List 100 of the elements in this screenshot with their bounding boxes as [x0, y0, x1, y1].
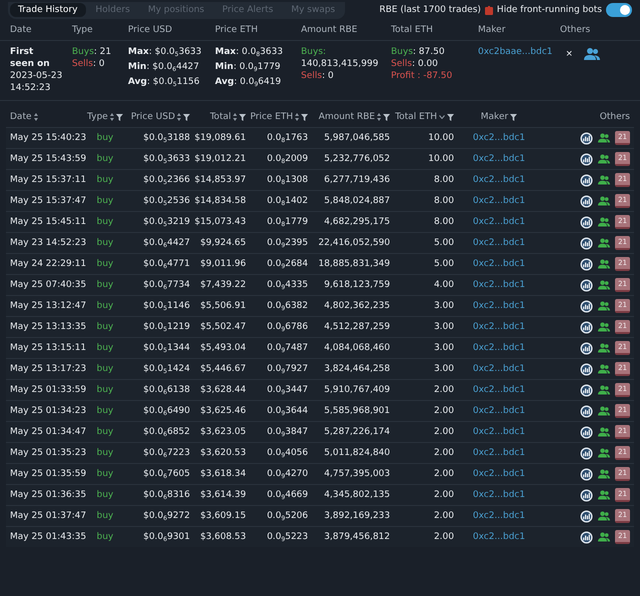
- maker-link[interactable]: 0xc2baae...bdc1: [478, 46, 560, 58]
- users-icon[interactable]: [598, 237, 610, 249]
- users-icon[interactable]: [598, 342, 610, 354]
- users-icon[interactable]: [598, 510, 610, 522]
- table-cell-text: 0.0$_{8}$2009: [266, 154, 308, 164]
- users-icon[interactable]: [598, 468, 610, 480]
- table-cell-text: 3.00: [432, 301, 454, 311]
- maker-link[interactable]: 0xc2...bdc1: [472, 259, 526, 269]
- maker-link[interactable]: 0xc2...bdc1: [472, 343, 526, 353]
- maker-link[interactable]: 0xc2...bdc1: [472, 490, 526, 500]
- maker-link[interactable]: 0xc2...bdc1: [472, 238, 526, 248]
- maker-link[interactable]: 0xc2...bdc1: [472, 154, 526, 164]
- column-header: Date: [10, 112, 32, 122]
- chart-icon[interactable]: [580, 404, 594, 418]
- maker-link[interactable]: 0xc2...bdc1: [472, 385, 526, 395]
- chart-icon[interactable]: [580, 468, 594, 480]
- users-icon[interactable]: [598, 258, 610, 270]
- table-cell-text: 2.00: [432, 490, 454, 500]
- chart-icon[interactable]: [580, 510, 594, 522]
- users-icon[interactable]: [598, 384, 610, 396]
- users-icon[interactable]: [598, 363, 610, 375]
- chart-icon[interactable]: [580, 320, 594, 334]
- chart-icon[interactable]: [580, 488, 594, 502]
- maker-link[interactable]: 0xc2...bdc1: [472, 469, 526, 479]
- maker-link[interactable]: 0xc2...bdc1: [472, 427, 526, 437]
- table-cell-text: 4,802,362,235: [323, 301, 390, 311]
- chart-icon[interactable]: [580, 194, 594, 208]
- table-cell-text: $9,924.65: [199, 238, 246, 248]
- users-icon[interactable]: [598, 279, 610, 291]
- summary-stat: Buys: 140,813,415,999: [301, 46, 380, 70]
- column-header: Price ETH: [215, 25, 259, 35]
- chart-icon[interactable]: [580, 342, 594, 354]
- tab[interactable]: Trade History: [10, 2, 86, 16]
- maker-link[interactable]: 0xc2...bdc1: [472, 196, 526, 206]
- filter-icon[interactable]: [239, 114, 246, 120]
- sort-icon[interactable]: [34, 113, 38, 121]
- maker-link[interactable]: 0xc2...bdc1: [472, 217, 526, 227]
- users-icon[interactable]: [598, 195, 610, 207]
- sort-icon[interactable]: [110, 113, 114, 121]
- chart-icon[interactable]: [580, 174, 594, 186]
- maker-link[interactable]: 0xc2...bdc1: [472, 532, 526, 542]
- filter-icon[interactable]: [116, 114, 123, 120]
- toggle-switch[interactable]: [606, 3, 632, 17]
- maker-link[interactable]: 0xc2...bdc1: [472, 301, 526, 311]
- users-icon[interactable]: [598, 531, 610, 543]
- column-header: Others: [560, 25, 592, 35]
- table-cell-text: 2.00: [432, 427, 454, 437]
- filter-icon[interactable]: [301, 114, 308, 120]
- filter-icon[interactable]: [510, 114, 518, 120]
- maker-link[interactable]: 0xc2...bdc1: [472, 322, 526, 332]
- users-icon[interactable]: [598, 321, 610, 333]
- close-button[interactable]: ×: [566, 48, 572, 60]
- chart-icon[interactable]: [580, 384, 594, 396]
- table-cell-text: $0.0$_{6}$7605: [142, 468, 190, 480]
- summary-stat: Max: 0.0$_{8}$3633: [215, 46, 284, 60]
- users-icon[interactable]: [598, 447, 610, 459]
- users-icon[interactable]: [598, 426, 610, 438]
- filter-icon[interactable]: [383, 114, 390, 120]
- users-icon[interactable]: [584, 46, 600, 62]
- sort-icon[interactable]: [295, 113, 299, 121]
- chart-icon[interactable]: [580, 530, 594, 544]
- table-cell-text: $0.0$_{5}$1219: [142, 322, 190, 332]
- users-icon[interactable]: [598, 216, 610, 228]
- users-icon[interactable]: [598, 405, 610, 417]
- users-icon[interactable]: [598, 132, 610, 144]
- maker-link[interactable]: 0xc2...bdc1: [472, 133, 526, 143]
- filter-icon[interactable]: [447, 114, 454, 120]
- sort-icon[interactable]: [177, 113, 181, 121]
- chart-icon[interactable]: [580, 426, 594, 438]
- chart-icon[interactable]: [580, 278, 594, 292]
- chart-icon[interactable]: [580, 132, 594, 144]
- users-icon[interactable]: [598, 174, 610, 186]
- maker-link[interactable]: 0xc2...bdc1: [472, 175, 526, 185]
- users-icon[interactable]: [598, 300, 610, 312]
- table-cell-text: $0.0$_{6}$6490: [142, 406, 190, 416]
- sort-icon[interactable]: [233, 113, 237, 121]
- chart-icon[interactable]: [580, 362, 594, 376]
- column-header: Date: [10, 25, 33, 35]
- table-cell-text: 4,345,802,135: [323, 490, 390, 500]
- sort-icon[interactable]: [377, 113, 381, 121]
- filter-icon[interactable]: [183, 114, 190, 120]
- users-icon[interactable]: [598, 489, 610, 501]
- trades-label: RBE (last 1700 trades): [379, 5, 481, 15]
- maker-link[interactable]: 0xc2...bdc1: [472, 406, 526, 416]
- table-cell-text: 2.00: [432, 469, 454, 479]
- chart-icon[interactable]: [580, 446, 594, 460]
- chevron-down-icon[interactable]: [439, 115, 445, 119]
- chart-icon[interactable]: [580, 216, 594, 228]
- table-cell-text: 3.00: [432, 343, 454, 353]
- maker-link[interactable]: 0xc2...bdc1: [472, 364, 526, 374]
- maker-link[interactable]: 0xc2...bdc1: [472, 511, 526, 521]
- chart-icon[interactable]: [580, 258, 594, 270]
- chart-icon[interactable]: [580, 300, 594, 312]
- chart-icon[interactable]: [580, 236, 594, 250]
- users-icon[interactable]: [598, 153, 610, 165]
- maker-link[interactable]: 0xc2...bdc1: [472, 448, 526, 458]
- table-cell-text: $0.0$_{6}$4771: [142, 258, 190, 270]
- table-cell-text: 5,987,046,585: [323, 133, 390, 143]
- chart-icon[interactable]: [580, 152, 594, 166]
- maker-link[interactable]: 0xc2...bdc1: [472, 280, 526, 290]
